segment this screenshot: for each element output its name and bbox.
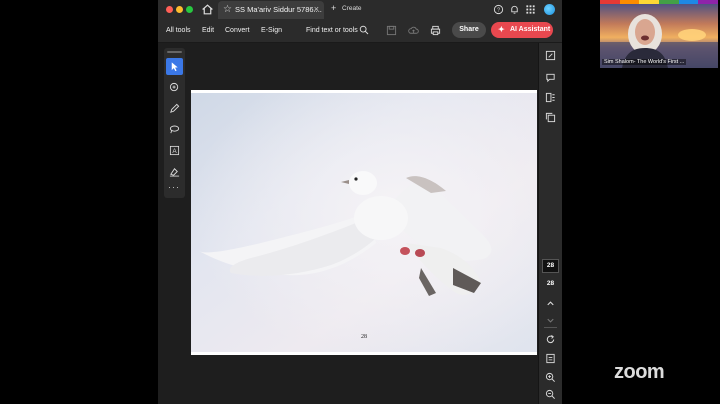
text-box-icon: A [169, 145, 180, 156]
current-page-input[interactable]: 28 [542, 259, 559, 273]
main-toolbar: All tools Edit Convert E-Sign Find text … [158, 19, 562, 43]
fill-sign-icon [169, 168, 180, 177]
draw-icon [169, 125, 180, 134]
pdf-page[interactable]: 28 [191, 90, 537, 355]
chevron-up-icon[interactable] [545, 298, 556, 309]
comments-icon[interactable] [545, 72, 556, 83]
chevron-down-icon[interactable] [545, 315, 556, 326]
menu-e-sign[interactable]: E-Sign [261, 27, 282, 34]
rotate-icon[interactable] [545, 334, 556, 345]
save-icon[interactable] [545, 353, 556, 364]
rail-divider [544, 327, 557, 328]
cloud-upload-icon[interactable] [408, 25, 419, 36]
save-file-icon[interactable] [386, 25, 397, 36]
more-tools-icon[interactable]: ··· [168, 182, 180, 192]
home-icon[interactable] [201, 3, 214, 16]
highlight-icon [170, 103, 180, 113]
select-icon [171, 62, 178, 72]
star-icon[interactable]: ☆ [223, 4, 232, 15]
notifications-bell-icon[interactable] [509, 4, 520, 15]
rainbow-banner [600, 0, 718, 4]
apps-grid-icon[interactable] [525, 4, 536, 15]
speaker-video-tile[interactable]: Sim Shalom- The World's First ... [600, 0, 718, 68]
document-tab[interactable]: ☆ SS Ma'ariv Siddur 5786.... × [218, 1, 324, 19]
add-comment-icon [169, 82, 179, 92]
page-number-label: 28 [361, 334, 367, 340]
share-button[interactable]: Share [452, 22, 486, 38]
minimize-window-button[interactable] [176, 6, 183, 13]
select-tool-button[interactable] [166, 58, 183, 75]
edit-pdf-icon[interactable] [545, 50, 556, 61]
speaker-video [600, 0, 718, 68]
close-window-button[interactable] [166, 6, 173, 13]
maximize-window-button[interactable] [186, 6, 193, 13]
add-comment-tool-button[interactable] [166, 79, 183, 96]
title-bar: ☆ SS Ma'ariv Siddur 5786.... × + Create … [158, 0, 562, 19]
zoom-out-icon[interactable] [545, 389, 556, 400]
dove-illustration [191, 93, 537, 352]
create-button[interactable]: + Create [328, 3, 368, 16]
print-icon[interactable] [430, 25, 441, 36]
draw-tool-button[interactable] [166, 121, 183, 138]
plus-icon: + [331, 3, 337, 13]
dove-image [191, 93, 537, 352]
document-tab-title: SS Ma'ariv Siddur 5786.... [235, 5, 322, 14]
menu-convert[interactable]: Convert [225, 27, 250, 34]
menu-edit[interactable]: Edit [202, 27, 214, 34]
svg-text:A: A [172, 148, 177, 155]
close-tab-icon[interactable]: × [314, 4, 319, 14]
help-icon[interactable]: ? [493, 4, 504, 15]
sparkle-icon: ✦ [498, 25, 505, 34]
right-tool-rail: 28 28 [538, 43, 562, 404]
profile-avatar[interactable] [544, 4, 555, 15]
total-pages-label: 28 [546, 280, 555, 287]
document-workspace[interactable]: A ··· 28 [158, 43, 538, 404]
acrobat-window: ☆ SS Ma'ariv Siddur 5786.... × + Create … [158, 0, 562, 404]
find-text-or-tools[interactable]: Find text or tools [306, 27, 358, 34]
organize-pages-icon[interactable] [545, 92, 556, 103]
search-icon[interactable] [359, 25, 369, 35]
rail-drag-handle[interactable] [167, 51, 182, 53]
highlight-tool-button[interactable] [166, 100, 183, 117]
text-box-tool-button[interactable]: A [166, 142, 183, 159]
screen: ☆ SS Ma'ariv Siddur 5786.... × + Create … [0, 0, 720, 404]
speaker-name-label: Sim Shalom- The World's First ... [602, 59, 687, 65]
svg-text:?: ? [497, 8, 500, 14]
zoom-logo: zoom [614, 361, 665, 383]
create-label: Create [342, 5, 362, 12]
ai-assistant-button[interactable]: ✦ AI Assistant [491, 22, 553, 38]
ai-assistant-label: AI Assistant [510, 26, 551, 33]
zoom-in-icon[interactable] [545, 372, 556, 383]
menu-all-tools[interactable]: All tools [166, 27, 191, 34]
left-tool-rail: A ··· [164, 48, 185, 198]
fill-sign-tool-button[interactable] [166, 163, 183, 180]
copy-icon[interactable] [545, 112, 556, 123]
